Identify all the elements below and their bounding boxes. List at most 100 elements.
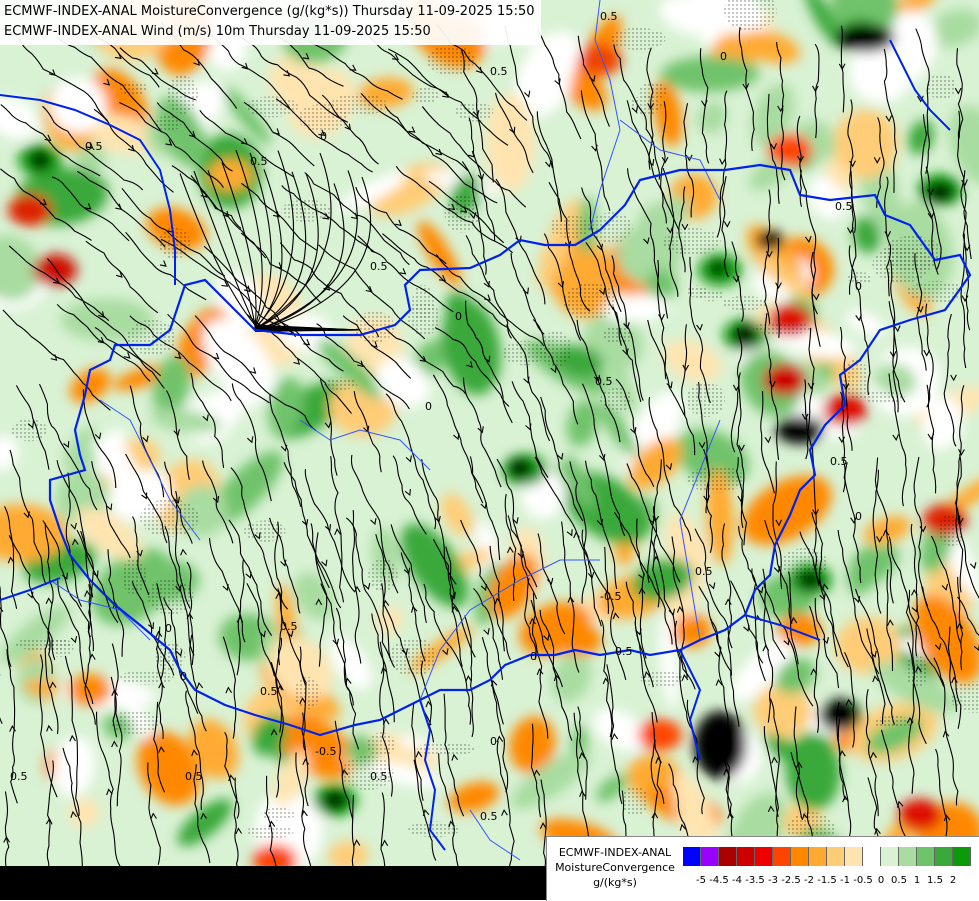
dot-patch [455, 102, 493, 122]
dot-patch [686, 382, 725, 417]
dot-patch [907, 281, 965, 303]
field-core [733, 323, 757, 347]
contour-label: 0.5 [280, 620, 298, 633]
legend-swatch [917, 847, 935, 866]
contour-label: 0 [425, 400, 432, 413]
contour-label: 0.5 [10, 770, 28, 783]
contour-label: 0.5 [615, 645, 633, 658]
field-core [710, 260, 726, 276]
contour-label: 0.5 [370, 260, 388, 273]
dot-patch [541, 331, 573, 367]
legend-tick: -2.5 [781, 875, 801, 886]
legend-swatch [719, 847, 737, 866]
contour-label: 0.5 [250, 155, 268, 168]
legend-swatch [683, 847, 701, 866]
legend-swatch [737, 847, 755, 866]
legend-swatch [881, 847, 899, 866]
dot-patch [294, 677, 320, 710]
contour-label: -0.5 [600, 590, 621, 603]
dot-patch [167, 75, 198, 114]
legend-tick: 0 [878, 875, 884, 886]
legend-source: ECMWF-INDEX-ANAL [551, 845, 679, 860]
legend-unit: g/(kg*s) [551, 875, 679, 890]
map-title: ECMWF-INDEX-ANAL MoistureConvergence (g/… [0, 0, 541, 45]
field-cell [768, 134, 812, 166]
dot-patch [611, 28, 666, 50]
legend-swatch [827, 847, 845, 866]
legend-swatch [791, 847, 809, 866]
field-cell [898, 799, 942, 831]
dot-patch [369, 557, 398, 592]
field-core [323, 790, 347, 810]
legend-tick: -5 [696, 875, 706, 886]
legend-tick: -4 [732, 875, 742, 886]
dot-patch [722, 296, 768, 310]
field-core [835, 24, 895, 52]
contour-label: 0.5 [260, 685, 278, 698]
title-line-2: ECMWF-INDEX-ANAL Wind (m/s) 10m Thursday… [4, 22, 535, 42]
field-core [30, 150, 50, 170]
contour-label: 0 [180, 670, 187, 683]
dot-patch [367, 732, 395, 756]
dot-patch [427, 45, 474, 75]
contour-label: 0.5 [695, 565, 713, 578]
contour-label: 0 [855, 280, 862, 293]
contour-label: 0.5 [370, 770, 388, 783]
legend-swatch [899, 847, 917, 866]
legend-tick: -1.5 [817, 875, 837, 886]
contour-label: 0.5 [480, 810, 498, 823]
dot-patch [621, 786, 649, 817]
contour-label: -0.5 [315, 745, 336, 758]
dot-patch [331, 93, 386, 116]
legend-swatch [845, 847, 863, 866]
field-core [756, 230, 784, 250]
field-cell [8, 194, 52, 226]
legend-tick: -4.5 [709, 875, 729, 886]
legend-tick: -0.5 [853, 875, 873, 886]
dot-patch [156, 115, 181, 131]
contour-label: 0.5 [600, 10, 618, 23]
legend-swatch [809, 847, 827, 866]
field-cell [763, 364, 807, 396]
contour-label: 0 [165, 622, 172, 635]
contour-label: 0.5 [185, 770, 203, 783]
dot-patch [324, 377, 357, 390]
field-cell [638, 719, 682, 751]
dot-patch [412, 285, 434, 321]
bottom-black-strip [0, 866, 546, 900]
contour-label: 0 [490, 735, 497, 748]
contour-label: 0.5 [830, 455, 848, 468]
dot-patch [753, 322, 812, 334]
weather-map: 0.5 0 0.5 0.5 0 0.5 0 0.5 0 0.5 0.5 0 -0.5 0 0.5 0.5 0 0.… [0, 0, 979, 900]
dot-patch [926, 74, 956, 100]
legend-tick: 0.5 [891, 875, 907, 886]
dot-patch [663, 228, 721, 255]
dot-patch [140, 499, 199, 537]
legend-tick: -3 [768, 875, 778, 886]
field-core [508, 458, 532, 478]
legend-tick: 2 [950, 875, 956, 886]
contour-label: 0.5 [595, 375, 613, 388]
dot-patch [122, 558, 147, 594]
title-line-1: ECMWF-INDEX-ANAL MoistureConvergence (g/… [4, 2, 535, 22]
dot-patch [638, 83, 668, 98]
dot-patch [118, 81, 148, 95]
contour-label: 0 [855, 510, 862, 523]
dot-patch [245, 96, 298, 117]
legend-swatch [863, 847, 881, 866]
legend-tick: 1 [914, 875, 920, 886]
legend-tick: 1.5 [927, 875, 943, 886]
dot-patch [120, 670, 173, 685]
field-cell [68, 674, 112, 706]
contour-label: 0 [530, 650, 537, 663]
dot-patch [412, 88, 438, 104]
dot-patch [127, 320, 176, 355]
dot-patch [883, 236, 942, 271]
legend-swatch [701, 847, 719, 866]
contour-label: 0.5 [85, 140, 103, 153]
legend-tick: -1 [840, 875, 850, 886]
legend-colorbar: ECMWF-INDEX-ANAL MoistureConvergence g/(… [546, 836, 979, 901]
dot-patch [12, 419, 48, 441]
dot-patch [549, 215, 591, 238]
contour-label: 0 [720, 50, 727, 63]
